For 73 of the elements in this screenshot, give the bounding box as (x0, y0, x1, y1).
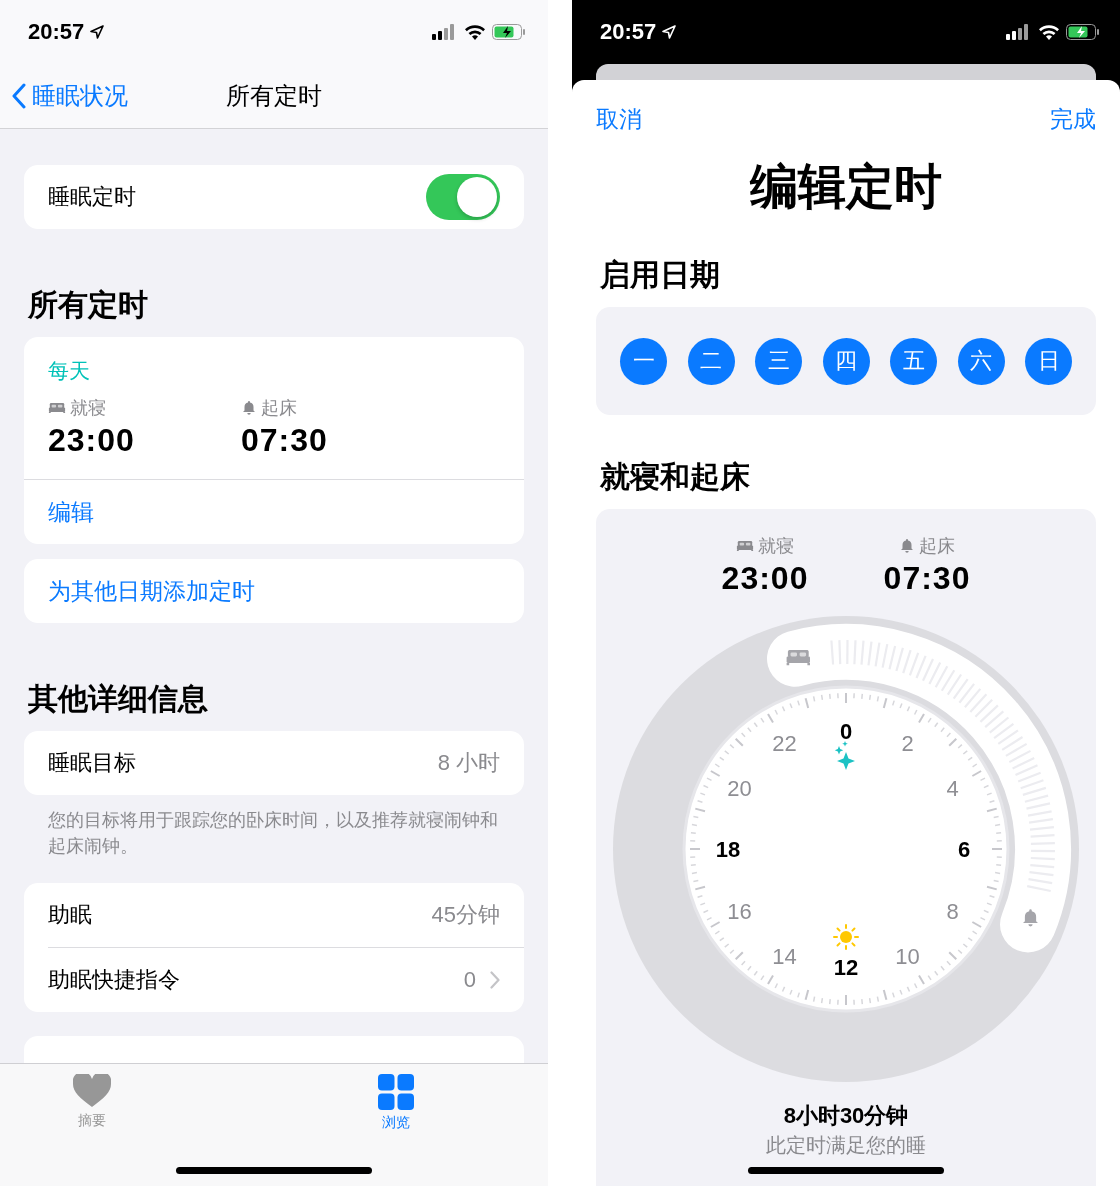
section-header: 所有定时 (28, 287, 149, 323)
battery-icon (492, 24, 526, 40)
battery-icon (1066, 24, 1100, 40)
setting-label: 助眠 (48, 901, 92, 929)
status-time: 20:57 (600, 19, 657, 45)
toggle-switch[interactable] (426, 174, 500, 220)
settings-row[interactable]: 助眠 45分钟 (24, 883, 524, 947)
back-chevron-icon (12, 83, 26, 109)
bed-icon (786, 649, 810, 666)
back-button[interactable]: 睡眠状况 (0, 79, 134, 113)
wifi-icon (1038, 24, 1060, 40)
day-button[interactable]: 二 (687, 337, 735, 385)
bed-icon (48, 402, 66, 414)
hour-label: 0 (839, 719, 853, 744)
bedtime-value: 23:00 (48, 421, 136, 460)
heart-icon (73, 1074, 111, 1108)
setting-label: 助眠快捷指令 (48, 966, 180, 994)
day-button[interactable]: 四 (822, 337, 870, 385)
hour-label: 6 (957, 837, 971, 862)
sheet-title: 编辑定时 (748, 159, 943, 215)
bedtime-label: 就寝 (70, 397, 106, 420)
bell-icon (899, 538, 915, 554)
hour-label: 4 (946, 775, 959, 801)
nav-title: 所有定时 (226, 81, 322, 111)
footnote-text: 您的目标将用于跟踪您的卧床时间，以及推荐就寝闹钟和起床闹钟。 (47, 809, 499, 858)
setting-value: 45分钟 (431, 901, 500, 929)
hour-label: 12 (833, 955, 859, 980)
hour-label: 8 (946, 898, 959, 924)
setting-label: 睡眠目标 (48, 749, 136, 777)
hour-label: 2 (901, 730, 914, 756)
wake-value: 07:30 (883, 559, 971, 598)
edit-link[interactable]: 编辑 (48, 496, 94, 528)
tab[interactable]: 摘要 (12, 1074, 172, 1132)
wake-value: 07:30 (241, 421, 329, 460)
bed-icon (736, 540, 754, 552)
section-header: 就寝和起床 (600, 459, 751, 495)
day-button[interactable]: 五 (890, 337, 937, 385)
sparkle-icon (834, 741, 855, 770)
goal-met-text: 此定时满足您的睡 (766, 1133, 926, 1158)
day-button[interactable]: 三 (755, 337, 802, 385)
bell-icon (241, 400, 257, 416)
section-header: 启用日期 (600, 257, 721, 293)
hour-label: 10 (895, 943, 920, 969)
done-button[interactable]: 完成 (1050, 104, 1096, 135)
hour-label: 18 (715, 837, 741, 862)
duration-text: 8小时30分钟 (783, 1102, 909, 1130)
settings-row[interactable]: 助眠快捷指令 0 (48, 947, 524, 1012)
cancel-button[interactable]: 取消 (596, 104, 642, 135)
tab[interactable]: 浏览 (316, 1074, 476, 1132)
bedtime-label: 就寝 (758, 535, 794, 558)
wake-label: 起床 (919, 535, 955, 558)
day-button[interactable]: 一 (620, 337, 667, 385)
hour-label: 14 (772, 943, 797, 969)
status-time: 20:57 (28, 19, 85, 45)
grid-icon (378, 1074, 414, 1110)
hour-label: 22 (772, 730, 797, 756)
day-button[interactable]: 日 (1025, 337, 1072, 385)
bell-icon (1023, 909, 1038, 927)
bedtime-value: 23:00 (721, 559, 809, 598)
setting-label: 睡眠定时 (48, 183, 136, 211)
wifi-icon (464, 24, 486, 40)
setting-value: 8 小时 (437, 749, 500, 777)
day-button[interactable]: 六 (957, 337, 1005, 385)
setting-value: 0 (463, 967, 476, 993)
wake-label: 起床 (261, 397, 297, 420)
section-header: 其他详细信息 (28, 681, 209, 717)
location-arrow-icon (662, 25, 677, 39)
hour-label: 20 (727, 775, 752, 801)
repeat-label: 每天 (48, 358, 91, 384)
hour-label: 16 (727, 898, 752, 924)
chevron-icon (490, 971, 500, 989)
location-arrow-icon (90, 25, 105, 39)
sun-icon (833, 924, 859, 950)
